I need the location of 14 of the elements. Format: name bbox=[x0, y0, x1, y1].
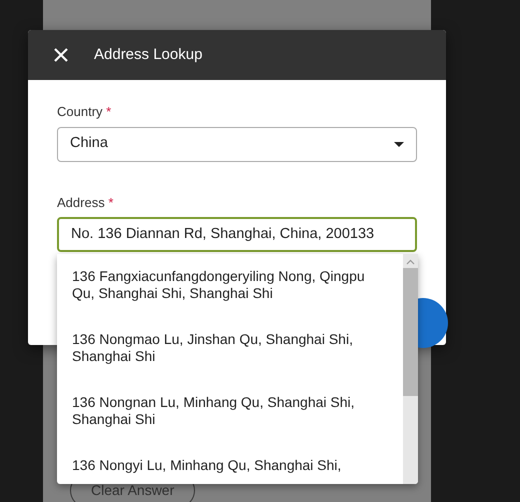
dialog-title: Address Lookup bbox=[94, 44, 202, 65]
caret-icon bbox=[394, 142, 404, 146]
suggestion-item[interactable]: 136 Nongmao Lu, Jinshan Qu, Shanghai Shi, Shanghai Shi bbox=[72, 331, 389, 394]
scroll-up-icon[interactable] bbox=[406, 259, 415, 265]
field-label: Country * bbox=[57, 103, 112, 121]
suggestion-item[interactable]: 136 Nongnan Lu, Minhang Qu, Shanghai Shi, Shanghai Shi bbox=[72, 394, 389, 457]
field-label: Address * bbox=[57, 194, 114, 212]
address-field[interactable]: No. 136 Diannan Rd, Shanghai, China, 200133 bbox=[57, 217, 417, 252]
scrollbar-thumb[interactable] bbox=[403, 268, 418, 396]
country-select[interactable]: China bbox=[57, 126, 417, 162]
suggestion-item[interactable]: 136 Nongyi Lu, Minhang Qu, Shanghai Shi, bbox=[72, 457, 389, 484]
scrollbar[interactable] bbox=[403, 254, 418, 484]
close-icon[interactable] bbox=[54, 48, 68, 62]
suggestion-item[interactable]: 136 Fangxiacunfangdongeryiling Nong, Qingpu Qu, Shanghai Shi, Shanghai Shi bbox=[72, 268, 389, 331]
